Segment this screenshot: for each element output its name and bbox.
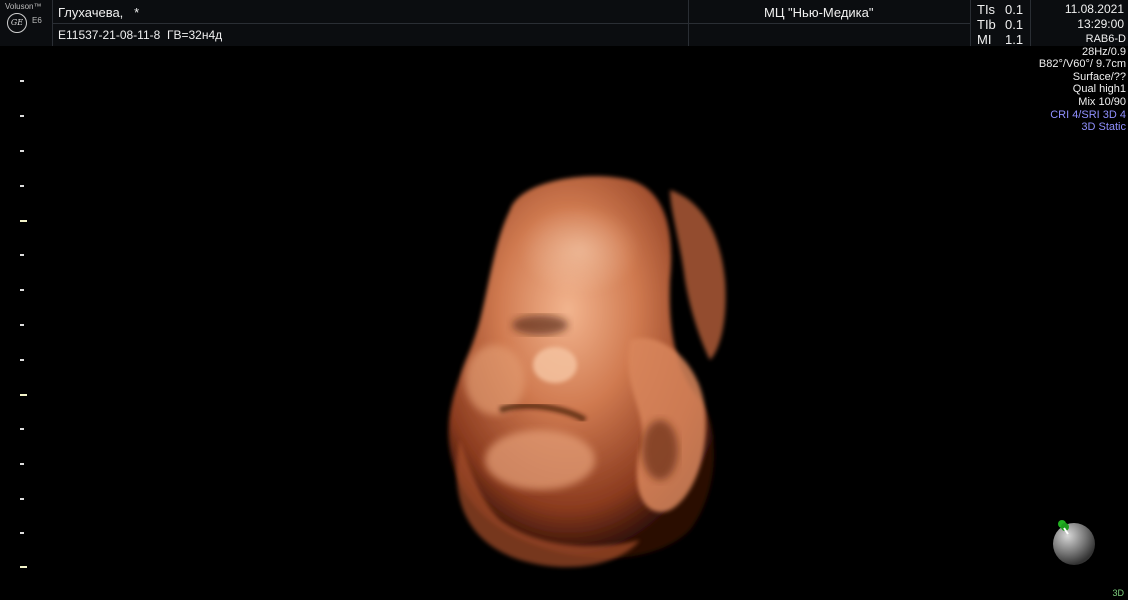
patient-id: E11537-21-08-11-8 ГВ=32н4д [58, 28, 223, 42]
index-tib: TIb 0.1 [977, 17, 1023, 32]
index-value: 0.1 [1005, 2, 1024, 17]
scale-tick [20, 254, 24, 256]
param-quality: Qual high1 [1072, 83, 1126, 96]
param-probe: RAB6-D [1085, 33, 1126, 45]
scale-tick [20, 185, 24, 187]
fetal-face-render [448, 176, 726, 568]
ultrasound-3d-image [400, 110, 760, 580]
index-value: 1.1 [1005, 32, 1024, 47]
divider [970, 0, 971, 46]
depth-scale [0, 46, 40, 600]
scale-tick [20, 463, 24, 465]
scale-tick-major [20, 394, 27, 396]
scale-tick [20, 359, 24, 361]
patient-name: Глухачева, * [58, 5, 140, 20]
exam-time: 13:29:00 [1077, 17, 1124, 31]
scale-tick [20, 289, 24, 291]
exam-date: 11.08.2021 [1064, 2, 1124, 16]
logo-area: Voluson™ GE E6 [2, 1, 52, 45]
param-cri: CRI 4/SRI 3D 4 [1050, 108, 1126, 121]
param-frame: 28Hz/0.9 [1081, 45, 1126, 58]
scale-tick [20, 498, 24, 500]
divider [688, 0, 689, 46]
divider [52, 23, 970, 24]
index-tis: TIs 0.1 [977, 2, 1023, 17]
param-mix: Mix 10/90 [1078, 95, 1126, 108]
acquisition-params: RAB6-D 28Hz/0.9 B82°/V60°/ 9.7cm Surface… [1039, 33, 1126, 134]
model-label: E6 [32, 16, 42, 25]
index-mi: MI 1.1 [977, 32, 1023, 47]
scale-tick [20, 324, 24, 326]
brand-label: Voluson™ [5, 2, 42, 11]
index-value: 0.1 [1005, 17, 1024, 32]
scale-tick [20, 428, 24, 430]
param-mode: 3D Static [1081, 121, 1126, 134]
index-label: MI [977, 32, 992, 47]
scale-tick [20, 532, 24, 534]
param-render: Surface/?? [1072, 70, 1126, 83]
scale-tick-major [20, 566, 27, 568]
nose-shape [533, 347, 577, 383]
scale-tick-major [20, 220, 27, 222]
index-label: TIs [977, 2, 996, 17]
scale-tick [20, 115, 24, 117]
param-sector: B82°/V60°/ 9.7cm [1038, 58, 1126, 71]
scale-tick [20, 80, 24, 82]
clinic-name: МЦ "Нью-Медика" [764, 5, 874, 20]
scale-tick [20, 150, 24, 152]
divider [1030, 0, 1031, 46]
mode-3d-tag: 3D [1112, 588, 1124, 598]
orientation-ball-icon[interactable] [1050, 518, 1098, 566]
index-label: TIb [977, 17, 996, 32]
ge-logo-icon: GE [7, 13, 27, 33]
header-bar: Voluson™ GE E6 Глухачева, * E11537-21-08… [0, 0, 1128, 47]
